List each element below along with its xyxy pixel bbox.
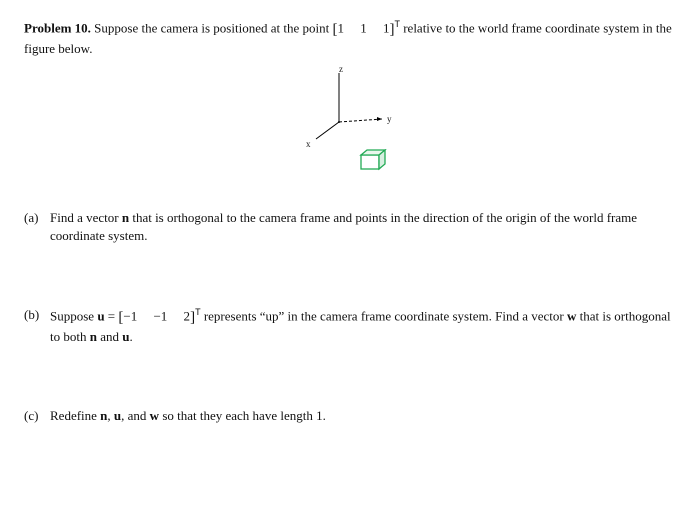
axes-svg [304, 67, 444, 197]
intro-text-a: Suppose the camera is positioned at the … [94, 20, 332, 35]
part-a-label: (a) [24, 209, 50, 244]
vector-w: w [567, 309, 576, 324]
figure-inner: z y x [304, 67, 444, 197]
and-text: and [97, 329, 122, 344]
part-a: (a) Find a vector n that is orthogonal t… [24, 209, 674, 244]
part-b-body: Suppose u = [−1 −1 2]T represents “up” i… [50, 306, 674, 345]
part-c-label: (c) [24, 407, 50, 425]
vector-u: u [97, 309, 104, 324]
part-c-text-1: Redefine [50, 408, 100, 423]
camera-icon [359, 149, 385, 169]
part-b-label: (b) [24, 306, 50, 345]
equals-sign: = [105, 309, 119, 324]
axis-label-z: z [339, 63, 343, 75]
part-c-text-2: so that they each have length 1. [159, 408, 326, 423]
part-c: (c) Redefine n, u, and w so that they ea… [24, 407, 674, 425]
vector-w-c: w [150, 408, 159, 423]
part-b-text-2: represents “up” in the camera frame coor… [201, 309, 567, 324]
part-a-body: Find a vector n that is orthogonal to th… [50, 209, 674, 244]
period-b: . [129, 329, 132, 344]
part-a-text-1: Find a vector [50, 210, 122, 225]
figure-area: z y x [24, 67, 674, 197]
part-b: (b) Suppose u = [−1 −1 2]T represents “u… [24, 306, 674, 345]
axis-label-x: x [306, 138, 311, 150]
vector-values: 1 1 1 [337, 20, 389, 35]
problem-statement: Problem 10. Suppose the camera is positi… [24, 18, 674, 57]
part-b-text-1: Suppose [50, 309, 97, 324]
problem-label: Problem 10. [24, 20, 91, 35]
vector-values-b: −1 −1 2 [123, 309, 190, 324]
vector-n-b: n [90, 329, 97, 344]
vector-n: n [122, 210, 129, 225]
transpose-superscript: T [394, 19, 400, 29]
comma-and: , and [121, 408, 150, 423]
axis-label-y: y [387, 113, 392, 125]
part-a-text-2: that is orthogonal to the camera frame a… [50, 210, 637, 243]
part-c-body: Redefine n, u, and w so that they each h… [50, 407, 674, 425]
